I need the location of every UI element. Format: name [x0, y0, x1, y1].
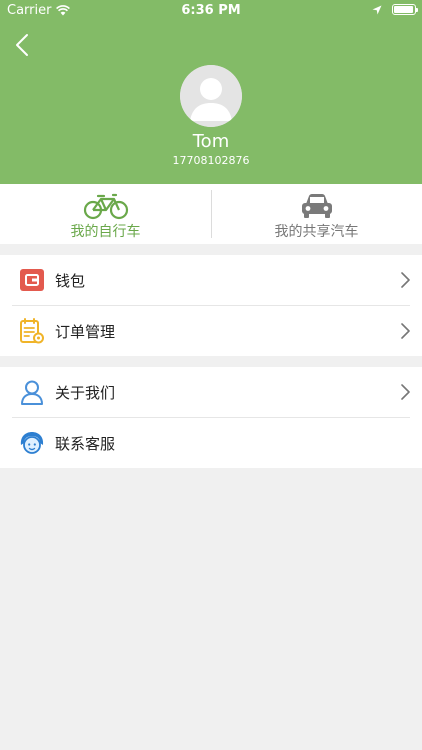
menu-item-about-us-label: 关于我们 — [55, 384, 116, 402]
avatar[interactable] — [180, 65, 242, 127]
chevron-right-icon — [401, 272, 410, 288]
status-bar: Carrier 6:36 PM — [0, 0, 422, 22]
menu-item-about-us[interactable]: 关于我们 — [0, 367, 422, 418]
tab-my-bicycle-label: 我的自行车 — [70, 224, 141, 240]
user-phone: 17708102876 — [172, 154, 250, 167]
menu-item-order-management[interactable]: 订单管理 — [0, 306, 422, 356]
wallet-icon — [20, 269, 44, 291]
battery-fill — [394, 6, 413, 13]
user-name: Tom — [192, 131, 230, 152]
menu-item-wallet-label: 钱包 — [55, 272, 86, 290]
battery-icon — [392, 4, 418, 15]
menu-item-order-management-label: 订单管理 — [55, 323, 116, 341]
location-arrow-icon — [372, 5, 382, 14]
bicycle-icon — [83, 193, 128, 220]
back-button[interactable] — [8, 31, 36, 59]
tab-my-bicycle[interactable]: 我的自行车 — [0, 184, 211, 244]
menu-item-contact-service[interactable]: 联系客服 — [0, 418, 422, 468]
customer-service-icon — [20, 432, 44, 454]
profile-header: Carrier 6:36 PM Tom 17708102876 — [0, 0, 422, 184]
chevron-right-icon — [401, 323, 410, 339]
person-outline-icon — [21, 380, 43, 405]
menu-group-support: 关于我们 联系客服 — [0, 367, 422, 468]
menu-item-wallet[interactable]: 钱包 — [0, 255, 422, 306]
user-placeholder-icon — [180, 65, 242, 127]
car-icon — [301, 194, 332, 218]
chevron-left-icon — [16, 34, 28, 56]
status-time: 6:36 PM — [181, 3, 241, 18]
status-right — [372, 4, 418, 15]
menu-group-account: 钱包 订单管理 — [0, 255, 422, 356]
order-management-icon — [20, 318, 44, 344]
menu-item-contact-service-label: 联系客服 — [55, 435, 116, 453]
tab-my-shared-car-label: 我的共享汽车 — [274, 224, 359, 240]
tab-my-shared-car[interactable]: 我的共享汽车 — [211, 184, 422, 244]
chevron-right-icon — [401, 384, 410, 400]
vehicle-tabs: 我的自行车 我的共享汽车 — [0, 184, 422, 244]
